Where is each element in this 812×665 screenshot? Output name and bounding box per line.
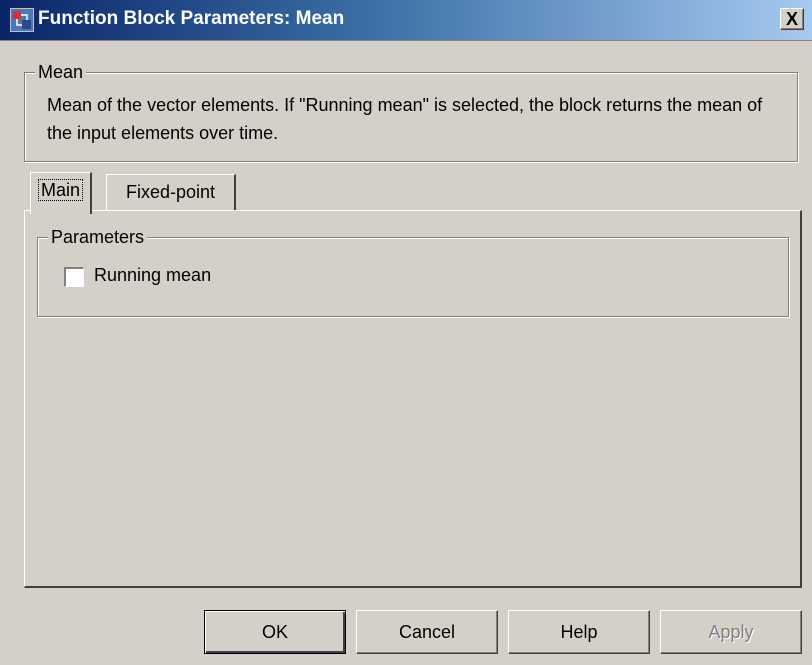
parameters-group-legend: Parameters [48,226,148,248]
ok-button[interactable]: OK [204,610,346,654]
ok-button-label: OK [261,622,288,642]
tab-main-label: Main [37,179,83,201]
tab-fixed-point[interactable]: Fixed-point [106,174,236,212]
apply-button-label: Apply [708,622,754,642]
tab-main[interactable]: Main [30,172,92,214]
description-group: Mean Mean of the vector elements. If "Ru… [24,61,798,162]
tab-fixed-point-label: Fixed-point [125,182,216,202]
title-bar[interactable]: Function Block Parameters: Mean X [0,0,812,41]
simulink-block-icon [10,8,34,32]
close-icon: X [785,9,798,29]
window-title: Function Block Parameters: Mean [38,8,345,29]
running-mean-checkbox[interactable] [64,267,84,287]
description-group-legend: Mean [35,61,87,83]
help-button[interactable]: Help [508,610,650,654]
running-mean-label[interactable]: Running mean [94,265,211,286]
cancel-button-label: Cancel [398,622,456,642]
block-description: Mean of the vector elements. If "Running… [47,95,763,143]
cancel-button[interactable]: Cancel [356,610,498,654]
close-button[interactable]: X [780,8,804,30]
help-button-label: Help [560,622,598,642]
tab-panel-main: Parameters Running mean [24,210,802,588]
parameters-group: Parameters Running mean [37,226,789,317]
apply-button: Apply [660,610,802,654]
